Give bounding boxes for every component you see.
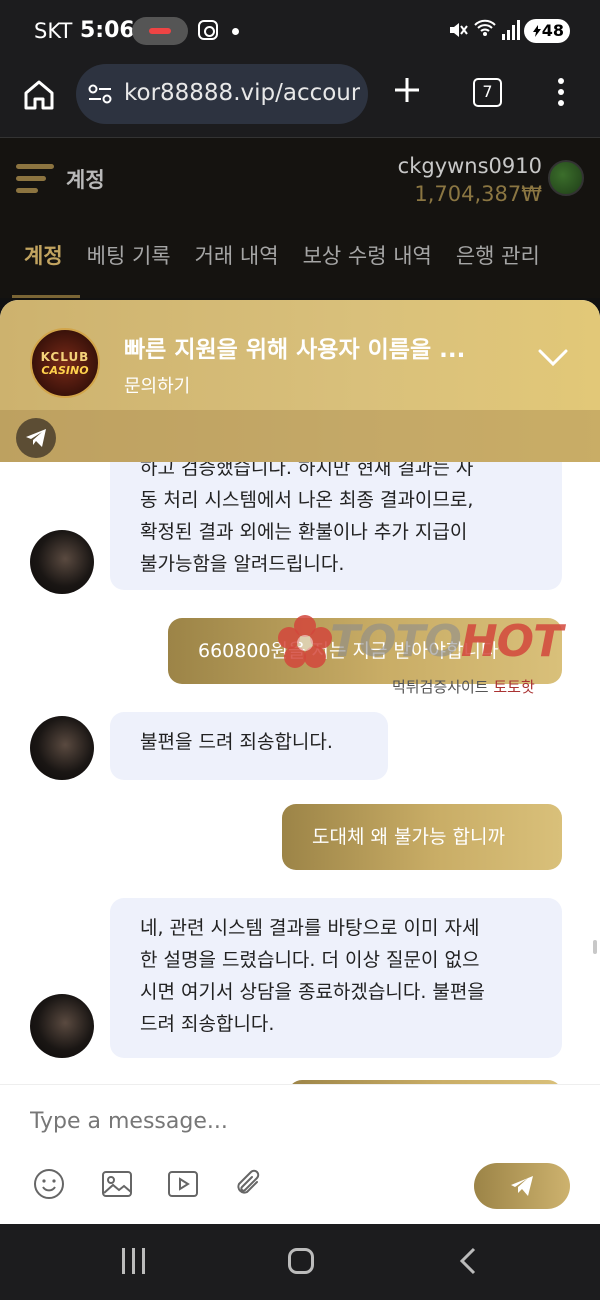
message-line: 불편을 드려 죄송합니다. [140, 731, 333, 753]
battery-indicator: 48 [524, 19, 570, 43]
site-settings-icon[interactable] [88, 84, 112, 104]
page-title: 계정 [66, 168, 105, 192]
tab-bank[interactable]: 은행 관리 [456, 240, 540, 270]
message-line: 확정된 결과 외에는 환불이나 추가 지급이 [140, 521, 468, 543]
new-tab-icon[interactable] [392, 72, 422, 112]
site-header: 계정 ckgywns0910 1,704,387₩ 계정 베팅 기록 거래 내역… [0, 138, 600, 298]
message-line: 불가능함을 알려드립니다. [140, 553, 345, 575]
recents-icon[interactable] [122, 1248, 146, 1274]
tab-rewards[interactable]: 보상 수령 내역 [303, 240, 432, 270]
system-home-icon[interactable] [288, 1248, 314, 1274]
tab-transactions[interactable]: 거래 내역 [195, 240, 279, 270]
agent-message: 불편을 드려 죄송합니다. [110, 712, 388, 780]
emoji-icon[interactable] [32, 1167, 66, 1201]
chat-header[interactable]: KCLUB CASINO 빠른 지원을 위해 사용자 이름을 ... 문의하기 [0, 300, 600, 462]
status-bar: SKT 5:06 48 [0, 0, 600, 62]
instagram-icon [198, 20, 218, 40]
message-line: 한 설명을 드렸습니다. 더 이상 질문이 없으 [140, 949, 480, 971]
signal-icon [502, 20, 520, 40]
message-list[interactable]: 하고 검증했습니다. 하지만 현재 결과는 자 동 처리 시스템에서 나온 최종… [0, 462, 600, 1084]
agent-avatar [30, 530, 94, 594]
message-composer [0, 1084, 600, 1224]
message-line: 네, 관련 시스템 결과를 바탕으로 이미 자세 [140, 917, 480, 939]
support-chat-panel: KCLUB CASINO 빠른 지원을 위해 사용자 이름을 ... 문의하기 … [0, 300, 600, 1224]
home-icon[interactable] [22, 78, 56, 112]
logo-text-top: KCLUB [40, 349, 90, 364]
agent-message: 네, 관련 시스템 결과를 바탕으로 이미 자세 한 설명을 드렸습니다. 더 … [110, 898, 562, 1058]
balance-label: 1,704,387₩ [414, 182, 542, 206]
telegram-icon[interactable] [16, 418, 56, 458]
more-menu-icon[interactable] [558, 78, 566, 108]
mute-icon [448, 20, 468, 45]
logo-text-bottom: CASINO [41, 363, 89, 377]
wifi-icon [474, 18, 496, 43]
carrier-label: SKT [34, 19, 73, 43]
message-line: 동 처리 시스템에서 나온 최종 결과이므로, [140, 489, 474, 511]
message-input[interactable] [30, 1103, 550, 1139]
message-line: 드려 죄송합니다. [140, 1013, 275, 1035]
screen-record-icon [132, 17, 188, 45]
agent-message: 하고 검증했습니다. 하지만 현재 결과는 자 동 처리 시스템에서 나온 최종… [110, 462, 562, 590]
send-icon [511, 1176, 533, 1196]
message-line: 시면 여기서 상담을 종료하겠습니다. 불편을 [140, 981, 485, 1003]
video-attach-icon[interactable] [166, 1167, 200, 1201]
message-line: 하고 검증했습니다. 하지만 현재 결과는 자 [140, 462, 474, 479]
active-tab-underline [12, 295, 80, 298]
browser-toolbar: kor88888.vip/accoun 7 [0, 62, 600, 138]
chat-title: 빠른 지원을 위해 사용자 이름을 ... [124, 337, 466, 363]
agent-avatar [30, 994, 94, 1058]
battery-level: 48 [541, 21, 564, 40]
tab-switcher-button[interactable]: 7 [473, 78, 502, 107]
system-nav-bar [0, 1224, 600, 1300]
paperclip-icon[interactable] [232, 1167, 266, 1201]
user-message: 660800원을 저는 지금 받아야합니다 [168, 618, 562, 684]
status-clock: 5:06 [80, 18, 135, 43]
hamburger-menu-icon[interactable] [16, 164, 56, 194]
send-button[interactable] [474, 1163, 570, 1209]
notification-dot-icon [232, 28, 239, 35]
url-text[interactable]: kor88888.vip/accoun [124, 80, 360, 106]
casino-logo: KCLUB CASINO [30, 328, 100, 398]
back-icon[interactable] [458, 1246, 480, 1276]
user-message: 도대체 왜 불가능 합니까 [282, 804, 562, 870]
tab-account[interactable]: 계정 [24, 240, 63, 270]
image-attach-icon[interactable] [100, 1167, 134, 1201]
chevron-down-icon[interactable] [538, 348, 568, 368]
account-tabs: 계정 베팅 기록 거래 내역 보상 수령 내역 은행 관리 [24, 240, 540, 270]
username-label: ckgywns0910 [397, 154, 542, 178]
url-bar[interactable]: kor88888.vip/accoun [76, 64, 368, 124]
tab-betting-history[interactable]: 베팅 기록 [87, 240, 171, 270]
agent-avatar [30, 716, 94, 780]
user-avatar[interactable] [548, 160, 584, 196]
chat-header-strip [0, 410, 600, 462]
scrollbar[interactable] [593, 940, 597, 954]
chat-subtitle: 문의하기 [124, 376, 191, 397]
